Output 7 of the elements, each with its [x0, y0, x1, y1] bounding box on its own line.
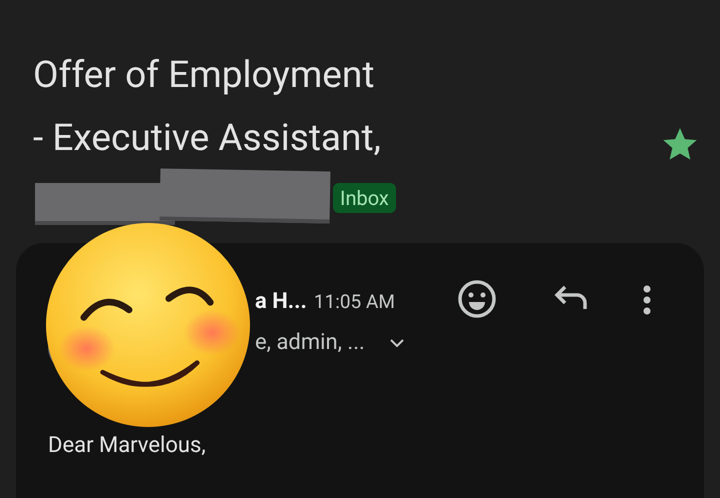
recipients-text: e, admin, ...: [255, 330, 365, 355]
subject-title-line: - Executive Assistant,: [33, 116, 381, 162]
sender-name: a H...: [255, 289, 307, 314]
greeting-text: Dear Marvelous,: [48, 433, 206, 458]
subject-title-line: Offer of Employment: [33, 53, 374, 99]
inbox-label: Inbox: [333, 183, 396, 213]
message-time: 11:05 AM: [314, 290, 395, 313]
